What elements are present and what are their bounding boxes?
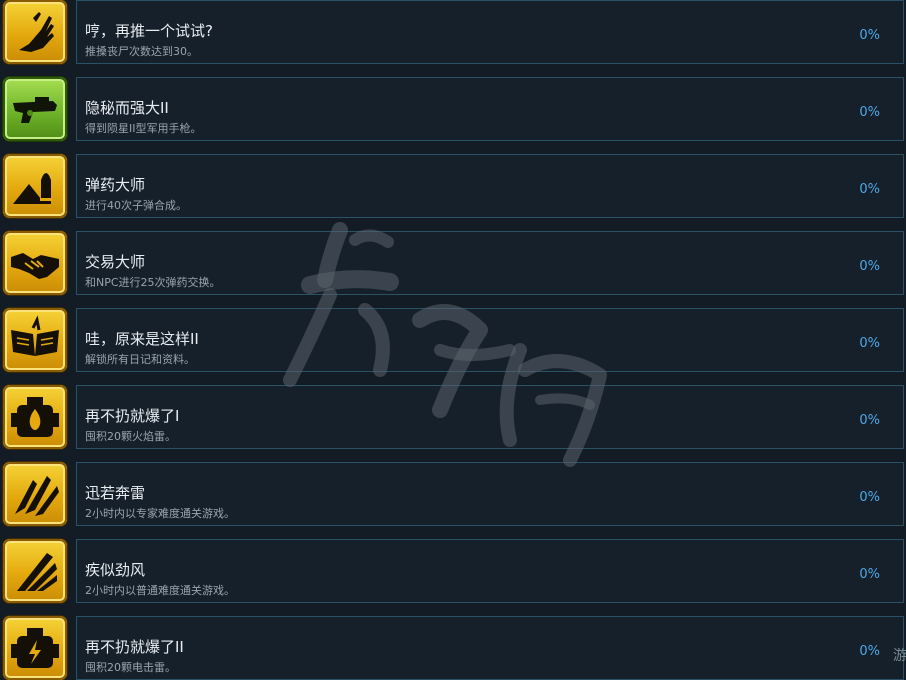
achievement-row: 弹药大师 进行40次子弹合成。 0% [0, 154, 906, 231]
achievement-progress: 0% [859, 105, 880, 120]
achievement-card[interactable]: 再不扔就爆了II 囤积20颗电击雷。 0% [76, 616, 904, 680]
electric-grenade-icon [3, 616, 67, 680]
achievement-progress: 0% [859, 567, 880, 582]
achievement-list: 哼，再推一个试试? 推搡丧尸次数达到30。 0% 隐秘而强大II 得到陨星II型… [0, 0, 906, 680]
achievement-progress: 0% [859, 28, 880, 43]
achievement-title: 弹药大师 [85, 176, 146, 194]
achievement-row: 哇，原来是这样II 解锁所有日记和资料。 0% [0, 308, 906, 385]
achievement-title: 再不扔就爆了I [85, 407, 180, 425]
achievement-title: 再不扔就爆了II [85, 638, 184, 656]
achievement-row: 再不扔就爆了II 囤积20颗电击雷。 0% [0, 616, 906, 680]
achievement-progress: 0% [859, 644, 880, 659]
achievement-row: 迅若奔雷 2小时内以专家难度通关游戏。 0% [0, 462, 906, 539]
achievement-title: 交易大师 [85, 253, 146, 271]
achievement-description: 2小时内以专家难度通关游戏。 [85, 507, 235, 520]
fire-grenade-icon [3, 385, 67, 449]
achievement-title: 疾似劲风 [85, 561, 146, 579]
achievement-progress: 0% [859, 259, 880, 274]
achievement-card[interactable]: 弹药大师 进行40次子弹合成。 0% [76, 154, 904, 218]
achievement-row: 疾似劲风 2小时内以普通难度通关游戏。 0% [0, 539, 906, 616]
achievement-card[interactable]: 哇，原来是这样II 解锁所有日记和资料。 0% [76, 308, 904, 372]
achievement-description: 推搡丧尸次数达到30。 [85, 45, 198, 58]
handshake-icon [3, 231, 67, 295]
achievement-title: 哇，原来是这样II [85, 330, 199, 348]
achievement-progress: 0% [859, 336, 880, 351]
bullet-icon [3, 154, 67, 218]
achievement-card[interactable]: 再不扔就爆了I 囤积20颗火焰雷。 0% [76, 385, 904, 449]
pistol-icon [3, 77, 67, 141]
achievement-title: 迅若奔雷 [85, 484, 146, 502]
achievement-progress: 0% [859, 413, 880, 428]
achievement-description: 和NPC进行25次弹药交换。 [85, 276, 221, 289]
achievement-description: 囤积20颗电击雷。 [85, 661, 176, 674]
wing-icon [3, 539, 67, 603]
achievement-row: 哼，再推一个试试? 推搡丧尸次数达到30。 0% [0, 0, 906, 77]
open-book-icon [3, 308, 67, 372]
double-wing-icon [3, 462, 67, 526]
hand-push-icon [3, 0, 67, 64]
achievement-card[interactable]: 隐秘而强大II 得到陨星II型军用手枪。 0% [76, 77, 904, 141]
achievement-title: 隐秘而强大II [85, 99, 169, 117]
achievement-card[interactable]: 迅若奔雷 2小时内以专家难度通关游戏。 0% [76, 462, 904, 526]
achievement-description: 2小时内以普通难度通关游戏。 [85, 584, 235, 597]
achievement-description: 进行40次子弹合成。 [85, 199, 187, 212]
achievement-row: 再不扔就爆了I 囤积20颗火焰雷。 0% [0, 385, 906, 462]
edge-text: 游 [893, 648, 906, 664]
achievement-progress: 0% [859, 182, 880, 197]
achievement-row: 隐秘而强大II 得到陨星II型军用手枪。 0% [0, 77, 906, 154]
achievement-progress: 0% [859, 490, 880, 505]
achievement-description: 得到陨星II型军用手枪。 [85, 122, 202, 135]
achievement-title: 哼，再推一个试试? [85, 22, 213, 40]
achievement-description: 囤积20颗火焰雷。 [85, 430, 176, 443]
achievement-description: 解锁所有日记和资料。 [85, 353, 195, 366]
achievement-card[interactable]: 疾似劲风 2小时内以普通难度通关游戏。 0% [76, 539, 904, 603]
achievement-card[interactable]: 交易大师 和NPC进行25次弹药交换。 0% [76, 231, 904, 295]
achievement-row: 交易大师 和NPC进行25次弹药交换。 0% [0, 231, 906, 308]
achievement-card[interactable]: 哼，再推一个试试? 推搡丧尸次数达到30。 0% [76, 0, 904, 64]
